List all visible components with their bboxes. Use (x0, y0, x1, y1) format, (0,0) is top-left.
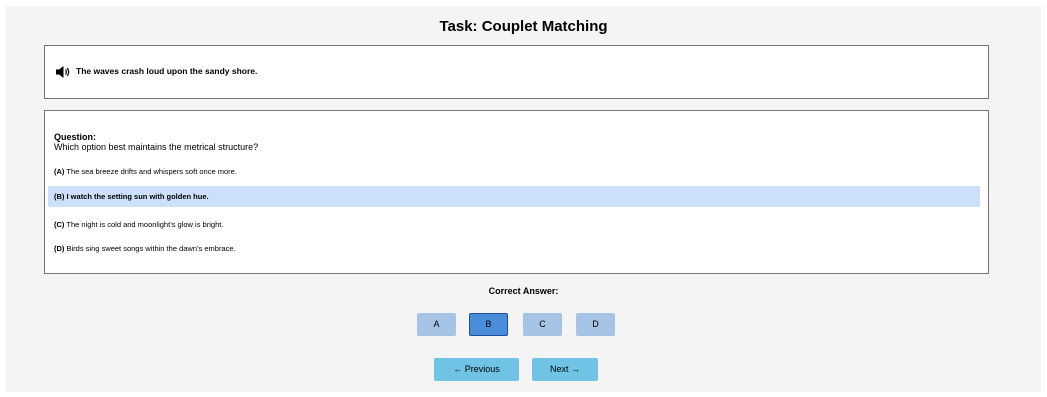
answer-button-d[interactable]: D (576, 313, 615, 336)
option-letter: (D) (54, 244, 65, 253)
answer-button-a[interactable]: A (417, 313, 456, 336)
correct-answer-label: Correct Answer: (488, 286, 559, 296)
option-c[interactable]: (C) The night is cold and moonlight’s gl… (48, 214, 980, 235)
page-title: Task: Couplet Matching (439, 18, 608, 35)
next-button[interactable]: Next → (532, 358, 598, 381)
option-text: Birds sing sweet songs within the dawn’s… (66, 244, 236, 253)
question-text: Which option best maintains the metrical… (54, 142, 259, 152)
prompt-card: The waves crash loud upon the sandy shor… (44, 45, 989, 99)
option-text: The night is cold and moonlight’s glow i… (66, 220, 224, 229)
prompt-text: The waves crash loud upon the sandy shor… (76, 66, 258, 76)
answer-button-b[interactable]: B (469, 313, 508, 336)
option-text: I watch the setting sun with golden hue. (66, 192, 209, 201)
option-letter: (B) (54, 192, 65, 201)
option-letter: (C) (54, 220, 65, 229)
option-d[interactable]: (D) Birds sing sweet songs within the da… (48, 238, 980, 259)
speaker-icon[interactable] (55, 65, 71, 79)
answer-button-c[interactable]: C (523, 313, 562, 336)
question-card: Question: Which option best maintains th… (44, 110, 989, 274)
task-panel: Task: Couplet Matching The waves crash l… (6, 6, 1041, 392)
option-b[interactable]: (B) I watch the setting sun with golden … (48, 186, 980, 207)
option-text: The sea breeze drifts and whispers soft … (66, 167, 237, 176)
option-a[interactable]: (A) The sea breeze drifts and whispers s… (48, 161, 980, 182)
option-letter: (A) (54, 167, 65, 176)
previous-button[interactable]: ← Previous (434, 358, 519, 381)
question-label: Question: (54, 132, 96, 142)
